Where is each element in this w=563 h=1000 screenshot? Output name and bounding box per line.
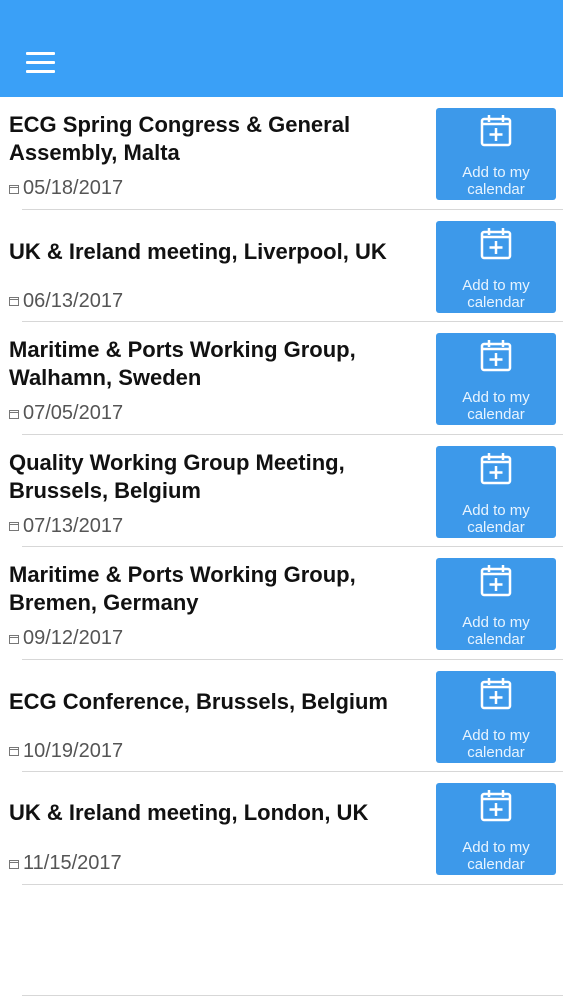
event-date-text: 05/18/2017: [23, 177, 124, 199]
add-to-calendar-label: Add to my calendar: [462, 389, 530, 423]
list-item: UK & Ireland meeting, Liverpool, UK 06/1…: [9, 210, 563, 322]
event-title: Quality Working Group Meeting, Brussels,…: [9, 449, 345, 503]
list-item: ECG Conference, Brussels, Belgium 10/19/…: [9, 660, 563, 772]
list-item: Maritime & Ports Working Group, Bremen, …: [9, 547, 563, 660]
event-list: ECG Spring Congress & General Assembly, …: [0, 97, 563, 885]
event-title: ECG Spring Congress & General Assembly, …: [9, 112, 351, 165]
bottom-divider: [22, 995, 563, 996]
calendar-small-icon: [9, 297, 19, 306]
event-title: Maritime & Ports Working Group, Walhamn,…: [9, 337, 356, 390]
list-item: Quality Working Group Meeting, Brussels,…: [9, 435, 563, 547]
hamburger-menu-icon: [26, 52, 55, 55]
event-date-text: 09/12/2017: [23, 627, 124, 649]
calendar-plus-icon: [480, 677, 512, 709]
menu-button[interactable]: [16, 40, 60, 84]
calendar-plus-icon: [480, 340, 512, 372]
calendar-plus-icon: [480, 565, 512, 597]
add-to-calendar-button[interactable]: Add to my calendar: [436, 558, 556, 650]
add-to-calendar-label: Add to my calendar: [462, 839, 530, 873]
list-item: UK & Ireland meeting, London, UK 11/15/2…: [9, 772, 563, 885]
calendar-small-icon: [9, 522, 19, 531]
event-title: ECG Conference, Brussels, Belgium: [9, 688, 388, 714]
event-date-text: 07/05/2017: [23, 402, 124, 424]
calendar-small-icon: [9, 409, 19, 419]
event-date-text: 10/19/2017: [23, 739, 124, 762]
add-to-calendar-button[interactable]: Add to my calendar: [436, 445, 556, 538]
list-item: ECG Spring Congress & General Assembly, …: [9, 97, 563, 210]
event-title: UK & Ireland meeting, Liverpool, UK: [9, 238, 387, 264]
calendar-small-icon: [9, 859, 19, 869]
event-date: 05/18/2017: [9, 176, 123, 200]
calendar-small-icon: [9, 634, 19, 644]
add-to-calendar-label: Add to my calendar: [462, 501, 530, 536]
event-date: 06/13/2017: [9, 289, 123, 313]
calendar-plus-icon: [480, 227, 512, 259]
add-to-calendar-label: Add to my calendar: [462, 164, 530, 198]
event-date: 11/15/2017: [9, 851, 122, 875]
add-to-calendar-button[interactable]: Add to my calendar: [436, 220, 556, 313]
add-to-calendar-button[interactable]: Add to my calendar: [436, 333, 556, 425]
event-date: 07/05/2017: [9, 401, 123, 425]
list-item: Maritime & Ports Working Group, Walhamn,…: [9, 322, 563, 435]
event-date-text: 06/13/2017: [23, 289, 124, 312]
event-title: UK & Ireland meeting, London, UK: [9, 800, 369, 825]
calendar-plus-icon: [480, 115, 512, 147]
event-title: Maritime & Ports Working Group, Bremen, …: [9, 562, 356, 615]
calendar-small-icon: [9, 747, 19, 756]
add-to-calendar-label: Add to my calendar: [462, 614, 530, 648]
calendar-small-icon: [9, 184, 19, 194]
event-date: 07/13/2017: [9, 514, 123, 538]
event-date: 09/12/2017: [9, 626, 123, 650]
calendar-plus-icon: [480, 452, 512, 484]
add-to-calendar-button[interactable]: Add to my calendar: [436, 783, 556, 875]
calendar-plus-icon: [480, 790, 512, 822]
app-header: [0, 0, 563, 97]
add-to-calendar-label: Add to my calendar: [462, 726, 530, 761]
event-date-text: 11/15/2017: [23, 852, 122, 874]
add-to-calendar-label: Add to my calendar: [462, 276, 530, 311]
event-date-text: 07/13/2017: [23, 514, 124, 537]
add-to-calendar-button[interactable]: Add to my calendar: [436, 670, 556, 763]
event-date: 10/19/2017: [9, 739, 123, 763]
add-to-calendar-button[interactable]: Add to my calendar: [436, 108, 556, 200]
